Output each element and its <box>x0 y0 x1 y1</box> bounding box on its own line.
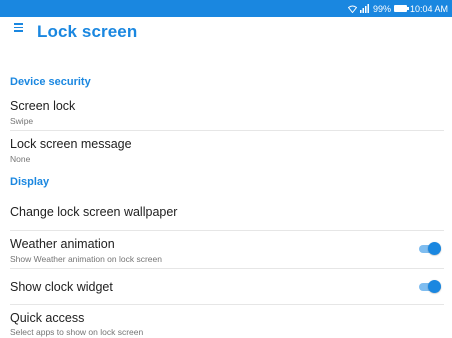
lock-screen-message-title: Lock screen message <box>10 137 132 151</box>
show-clock-widget-toggle[interactable] <box>419 280 441 294</box>
wifi-icon <box>347 5 357 13</box>
quick-access-setting[interactable]: Quick access Select apps to show on lock… <box>0 308 452 338</box>
section-header-device-security: Device security <box>10 76 91 88</box>
screen-lock-summary: Swipe <box>10 116 34 126</box>
divider <box>10 304 444 305</box>
battery-icon <box>393 5 409 12</box>
change-wallpaper-setting[interactable]: Change lock screen wallpaper <box>0 196 452 230</box>
page-title: Lock screen <box>37 22 138 41</box>
show-clock-widget-setting[interactable]: Show clock widget <box>0 272 452 304</box>
divider <box>10 268 444 269</box>
status-time: 10:04 AM <box>409 3 448 14</box>
section-header-display: Display <box>10 176 50 188</box>
weather-animation-summary: Show Weather animation on lock screen <box>10 254 162 264</box>
menu-icon[interactable] <box>14 23 23 32</box>
toggle-thumb <box>428 280 441 293</box>
show-clock-widget-title: Show clock widget <box>10 280 113 294</box>
toggle-thumb <box>428 242 441 255</box>
weather-animation-toggle[interactable] <box>419 242 441 256</box>
screen-lock-setting[interactable]: Screen lock Swipe <box>0 96 452 130</box>
divider <box>10 130 444 131</box>
lock-screen-message-summary: None <box>10 154 31 164</box>
lock-screen-message-setting[interactable]: Lock screen message None <box>0 134 452 168</box>
quick-access-title: Quick access <box>10 311 85 325</box>
status-bar: 99% 10:04 AM <box>0 0 452 17</box>
weather-animation-title: Weather animation <box>10 237 115 251</box>
quick-access-summary: Select apps to show on lock screen <box>10 327 144 337</box>
battery-percent: 99% <box>372 3 391 14</box>
divider <box>10 230 444 231</box>
change-wallpaper-title: Change lock screen wallpaper <box>10 205 178 219</box>
screen-lock-title: Screen lock <box>10 99 76 113</box>
weather-animation-setting[interactable]: Weather animation Show Weather animation… <box>0 234 452 268</box>
signal-icon <box>359 4 370 13</box>
